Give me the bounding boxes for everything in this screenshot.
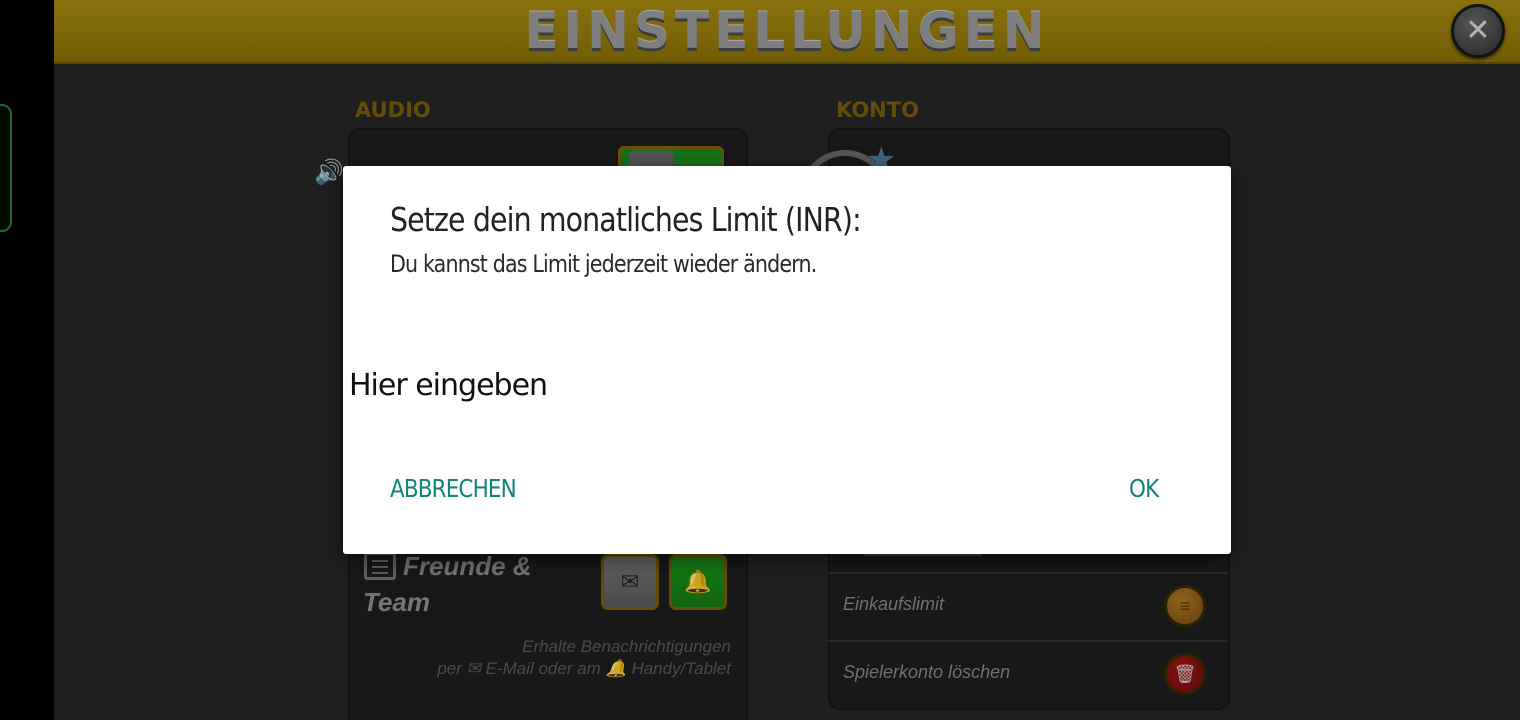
dialog-title: Setze dein monatliches Limit (INR): [390, 200, 862, 239]
cancel-button[interactable]: ABBRECHEN [390, 474, 517, 503]
ok-button[interactable]: OK [1129, 474, 1159, 503]
dialog-message: Du kannst das Limit jederzeit wieder änd… [390, 250, 817, 278]
limit-dialog: Setze dein monatliches Limit (INR): Du k… [343, 166, 1231, 554]
limit-input[interactable] [349, 360, 1189, 410]
